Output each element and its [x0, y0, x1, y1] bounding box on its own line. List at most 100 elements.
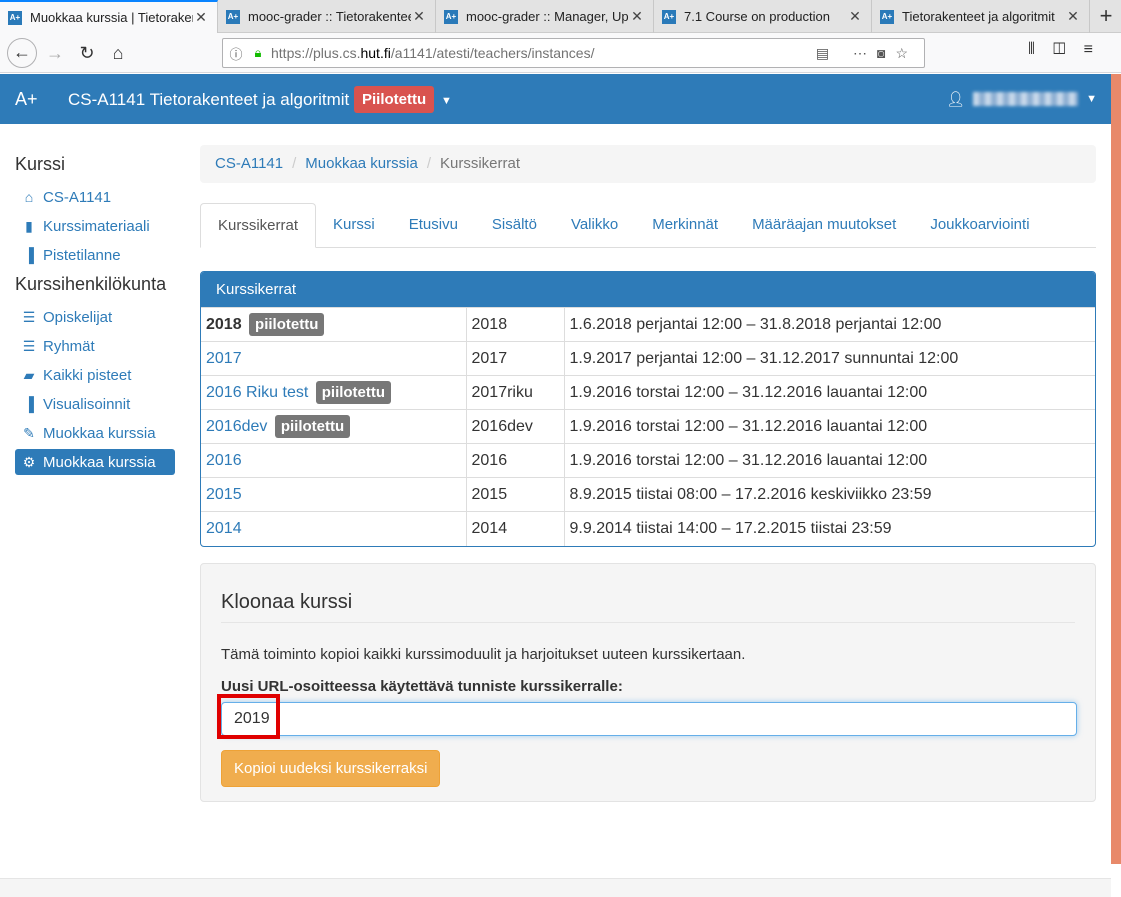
instance-dates-cell: 1.9.2016 torstai 12:00 – 31.12.2016 laua… [563, 375, 1095, 410]
url-text: https://plus.cs.hut.fi/a1141/atesti/teac… [271, 45, 595, 61]
favicon-icon: A+ [662, 9, 676, 24]
sidebar-item[interactable]: ▐ Visualisoinnit [15, 391, 175, 417]
bar-chart-icon: ▐ [24, 396, 34, 412]
sidebar-icon[interactable]: ◫ [1053, 41, 1084, 58]
reload-button[interactable]: ↻ [72, 38, 102, 68]
close-icon[interactable]: ✕ [629, 8, 645, 25]
browser-tab-bar: A+Muokkaa kurssia | Tietorakenteet✕A+moo… [0, 0, 1121, 33]
instance-link[interactable]: 2016dev [206, 418, 267, 435]
instance-link[interactable]: 2014 [206, 520, 242, 537]
instance-dates-cell: 1.9.2016 torstai 12:00 – 31.12.2016 laua… [563, 443, 1095, 478]
browser-tab[interactable]: A+ Muokkaa kurssia | Tietorakenteet✕ [0, 0, 218, 33]
browser-tab-label: Tietorakenteet ja algoritmit [902, 9, 1055, 24]
library-icon[interactable]: ⫴ [1028, 41, 1053, 58]
instance-link[interactable]: 2016 [206, 452, 242, 469]
sidebar-item[interactable]: ▰ Kaikki pisteet [15, 362, 175, 388]
list-icon: ☰ [22, 337, 36, 354]
chevron-down-icon[interactable]: ▼ [441, 95, 452, 107]
sidebar-item-label: Visualisoinnit [43, 395, 131, 413]
close-icon[interactable]: ✕ [411, 8, 427, 25]
browser-tab[interactable]: A+ mooc-grader :: Manager, Upload✕ [436, 0, 654, 33]
tab-1[interactable]: Kurssi [316, 203, 392, 247]
scrollbar[interactable] [1111, 74, 1121, 864]
forward-button[interactable]: → [40, 38, 70, 68]
browser-tab[interactable]: A+ 7.1 Course on production ✕ [654, 0, 872, 33]
tab-0[interactable]: Kurssikerrat [200, 203, 317, 248]
clone-button[interactable]: Kopioi uudeksi kurssikerraksi [221, 750, 441, 787]
info-icon[interactable]: ⓘ [223, 44, 249, 63]
home-icon: ⌂ [24, 189, 34, 205]
close-icon[interactable]: ✕ [847, 8, 863, 25]
sidebar-item[interactable]: ⌂ CS-A1141 [15, 184, 175, 210]
back-button[interactable]: ← [7, 38, 37, 68]
favicon-icon: A+ [444, 9, 458, 24]
tab-4[interactable]: Valikko [554, 203, 635, 247]
home-button[interactable]: ⌂ [103, 38, 133, 68]
sidebar: Kurssi ⌂ CS-A1141 ▮ Kurssimateriaali ▐ Pistet… [15, 154, 175, 478]
sidebar-item[interactable]: ☰ Ryhmät [15, 333, 175, 359]
folder-open-icon: ▰ [23, 366, 35, 383]
sidebar-item[interactable]: ▮ Kurssimateriaali [15, 213, 175, 239]
clone-description: Tämä toiminto kopioi kaikki kurssimoduul… [221, 646, 746, 663]
pocket-icon[interactable]: ◙ [877, 45, 895, 61]
browser-tab-label: Muokkaa kurssia | Tietorakenteet [30, 10, 193, 25]
hidden-label: piilotettu [274, 415, 351, 438]
instance-name-cell: 2016 Riku test piilotettu [201, 375, 466, 410]
menu-icon[interactable]: ≡ [1084, 41, 1111, 58]
tab-5[interactable]: Merkinnät [635, 203, 735, 247]
table-row: 2015 2015 8.9.2015 tiistai 08:00 – 17.2.20… [201, 477, 1095, 512]
tab-2[interactable]: Etusivu [392, 203, 475, 247]
table-row: 2018 piilotettu 2018 1.6.2018 perjantai 12… [201, 307, 1095, 342]
breadcrumb-course[interactable]: CS-A1141 [215, 155, 283, 172]
tab-3[interactable]: Sisältö [475, 203, 554, 247]
instances-table: 2018 piilotettu 2018 1.6.2018 perjantai 12… [201, 307, 1095, 546]
table-row: 2016dev piilotettu 2016dev 1.9.2016 torsta… [201, 409, 1095, 444]
breadcrumb-edit-course[interactable]: Muokkaa kurssia [305, 155, 418, 172]
reader-view-icon[interactable]: ▤ [816, 45, 839, 61]
instance-name-cell: 2016 [201, 443, 466, 478]
instance-url-cell: 2015 [465, 477, 564, 512]
sidebar-item[interactable]: ✎ Muokkaa kurssia [15, 420, 175, 446]
user-icon: 👤︎ [946, 91, 966, 108]
close-icon[interactable]: ✕ [1065, 8, 1081, 25]
instance-url-cell: 2018 [465, 307, 564, 342]
more-icon[interactable]: ⋯ [853, 45, 877, 61]
browser-tab[interactable]: A+ mooc-grader :: Tietorakenteet ✕ [218, 0, 436, 33]
book-icon: ▮ [25, 217, 33, 234]
reload-icon: ↻ [79, 43, 95, 63]
sidebar-item-label: CS-A1141 [43, 188, 112, 206]
sidebar-item[interactable]: ⚙ Muokkaa kurssia [15, 449, 175, 475]
browser-tab-label: mooc-grader :: Tietorakenteet [248, 9, 411, 24]
username-blurred [973, 92, 1079, 106]
user-menu[interactable]: 👤︎ ▼ [946, 90, 1097, 108]
breadcrumb-current: Kurssikerrat [439, 155, 521, 172]
url-bar-actions: ▤ ⋯◙☆ [816, 45, 924, 62]
instance-dates-cell: 1.9.2016 torstai 12:00 – 31.12.2016 laua… [563, 409, 1095, 444]
tab-7[interactable]: Joukkoarviointi [913, 203, 1046, 247]
instance-key-input[interactable] [221, 702, 1077, 736]
favicon-icon: A+ [226, 9, 240, 24]
new-tab-button[interactable]: + [1091, 0, 1121, 32]
sidebar-item-label: Muokkaa kurssia [43, 424, 156, 442]
hidden-label: piilotettu [249, 313, 325, 336]
instance-name-cell: 2014 [201, 511, 466, 546]
app-header: A+ CS-A1141 Tietorakenteet ja algoritmit… [0, 74, 1111, 124]
instance-link[interactable]: 2017 [206, 350, 242, 367]
instance-link[interactable]: 2015 [206, 486, 242, 503]
sidebar-item-label: Ryhmät [43, 337, 95, 355]
browser-tab[interactable]: A+ Tietorakenteet ja algoritmit ✕ [872, 0, 1090, 33]
brand-logo[interactable]: A+ [15, 89, 38, 110]
url-bar[interactable]: ⓘ 🔒︎ https://plus.cs.hut.fi/a1141/atesti… [222, 38, 925, 68]
tab-6[interactable]: Määräajan muutokset [735, 203, 913, 247]
close-icon[interactable]: ✕ [193, 9, 209, 26]
panel-heading: Kurssikerrat [201, 272, 1095, 307]
star-icon[interactable]: ☆ [895, 45, 918, 61]
hidden-label: piilotettu [315, 381, 392, 404]
course-title[interactable]: CS-A1141 Tietorakenteet ja algoritmit Y [68, 90, 365, 110]
sidebar-item-label: Pistetilanne [43, 246, 121, 264]
sidebar-item[interactable]: ☰ Opiskelijat [15, 304, 175, 330]
sidebar-item[interactable]: ▐ Pistetilanne [15, 242, 175, 268]
instance-link[interactable]: 2016 Riku test [206, 384, 308, 401]
hidden-badge: Piilotettu [354, 86, 435, 113]
instance-name-cell: 2018 piilotettu [201, 307, 466, 342]
